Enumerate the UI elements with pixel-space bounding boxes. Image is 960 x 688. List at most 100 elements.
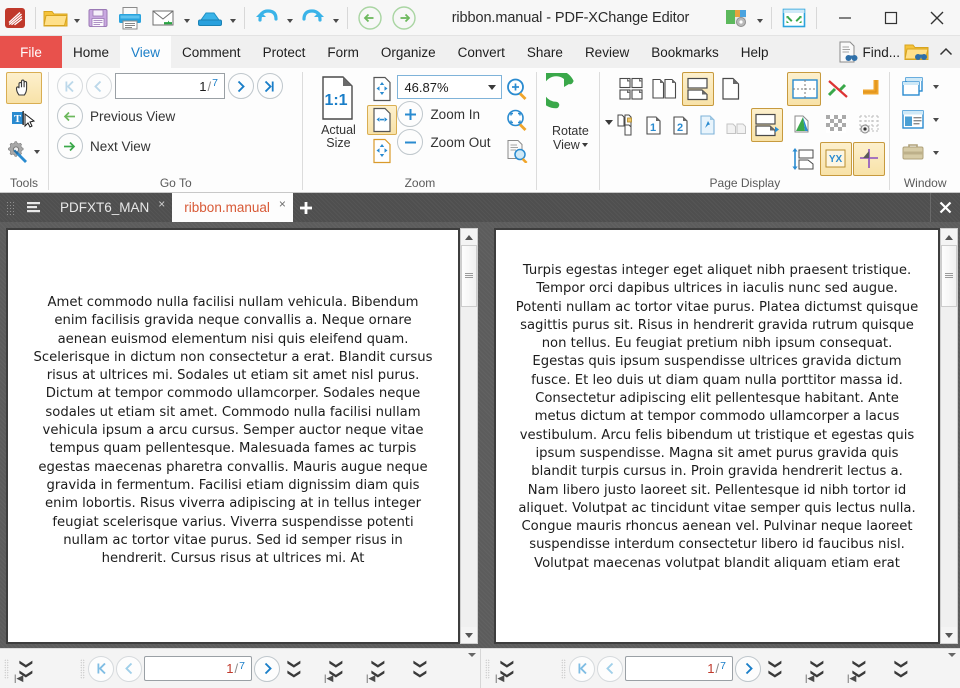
next-page-button[interactable] [735,655,761,682]
page-viewport-right[interactable]: Turpis egestas integer eget aliquet nibh… [494,228,940,644]
page-display-tiled[interactable] [616,72,648,106]
grid-visibility-icon[interactable] [853,107,885,141]
previous-page-button[interactable] [85,73,112,99]
page-display-page-order-1[interactable]: 1 [643,108,669,142]
actual-size-button[interactable]: 1:1 Actual Size [309,72,367,150]
zoom-in-button[interactable]: Zoom In [397,101,502,127]
status-bar-grip[interactable] [394,656,406,682]
page-display-page-order-2[interactable]: 2 [670,108,696,142]
panes-button[interactable] [896,137,956,169]
vertical-scrollbar-left[interactable] [460,228,478,644]
status-bar-grip[interactable] [833,656,845,682]
page-display-continuous[interactable] [682,72,715,106]
page-display-two-page[interactable] [649,72,681,106]
loupe-tool-icon[interactable] [502,136,532,166]
zoom-level-dropdown-arrow[interactable] [483,84,501,90]
close-button[interactable] [914,0,960,36]
last-page-button[interactable] [256,73,283,99]
status-bar-grip[interactable] [76,656,88,682]
find-button[interactable]: Find... [836,40,900,64]
minimize-button[interactable] [822,0,868,36]
layers-icon[interactable] [787,107,819,141]
customize-qat-icon[interactable] [720,2,754,34]
close-document-button[interactable] [930,193,960,222]
close-icon[interactable]: × [279,198,286,210]
scroll-down-button[interactable] [461,627,477,643]
page-display-split-horizontal[interactable] [724,108,750,142]
crosshair-icon[interactable] [853,142,886,176]
status-bar-collapse-button[interactable] [465,649,479,661]
next-view-button[interactable]: Next View [56,133,295,159]
tab-home[interactable]: Home [62,36,120,68]
customize-qat-dropdown-arrow[interactable] [754,2,766,34]
back-icon[interactable] [353,2,387,34]
page-display-highlight[interactable] [697,108,723,142]
status-overflow-1[interactable]: ❯❯ |◀ [493,654,523,684]
forward-icon[interactable] [387,2,421,34]
tool-settings-icon[interactable] [5,136,31,168]
status-overflow-3[interactable]: ❯❯ |◀ [322,654,352,684]
status-bar-grip[interactable] [557,656,569,682]
fit-visible-icon[interactable] [367,136,397,166]
tab-bookmarks[interactable]: Bookmarks [640,36,730,68]
document-list-button[interactable] [20,193,48,222]
fullscreen-icon[interactable] [777,2,811,34]
tab-form[interactable]: Form [316,36,370,68]
status-bar-grip[interactable] [0,656,12,682]
status-bar-grip[interactable] [791,656,803,682]
tool-settings-dropdown-arrow[interactable] [31,150,43,154]
snap-off-icon[interactable] [822,72,854,106]
vertical-scrollbar-right[interactable] [940,228,958,644]
previous-view-button[interactable]: Previous View [56,103,295,129]
status-overflow-5[interactable]: ❯❯ [406,654,436,684]
document-tab-grip[interactable] [0,193,20,222]
first-page-button[interactable] [88,655,114,682]
save-file-icon[interactable] [83,2,113,34]
fit-width-icon[interactable] [367,105,398,135]
page-display-cover-lock[interactable] [616,108,642,142]
print-icon[interactable] [113,2,147,34]
measure-icon[interactable] [855,72,887,106]
next-page-button[interactable] [254,655,280,682]
split-layout-dropdown-arrow[interactable] [930,118,942,122]
page-display-more-options-arrow[interactable] [602,72,616,172]
status-overflow-1[interactable]: ❯❯ |◀ [12,654,42,684]
zoom-out-button[interactable]: Zoom Out [397,129,502,155]
open-file-dropdown-arrow[interactable] [71,2,83,34]
page-number-input[interactable]: 1 / 7 [114,73,225,99]
panes-dropdown-arrow[interactable] [930,151,942,155]
scan-dropdown-arrow[interactable] [227,2,239,34]
new-tab-button[interactable] [293,193,319,222]
status-overflow-4[interactable]: ❯❯ |◀ [364,654,394,684]
tab-file[interactable]: File [0,36,62,68]
tab-comment[interactable]: Comment [171,36,252,68]
scrollbar-thumb[interactable] [461,245,477,307]
new-window-button[interactable] [896,71,956,103]
tab-view[interactable]: View [120,36,172,68]
hand-tool-icon[interactable] [6,72,42,104]
transparency-grid-icon[interactable] [820,107,852,141]
tab-share[interactable]: Share [516,36,574,68]
status-bar-collapse-button[interactable] [945,649,959,661]
collapse-ribbon-button[interactable] [934,47,958,57]
page-display-rulers[interactable] [787,72,822,106]
tab-protect[interactable]: Protect [252,36,317,68]
email-icon[interactable] [147,2,181,34]
open-file-icon[interactable] [41,2,71,34]
pan-and-zoom-icon[interactable] [502,105,532,135]
scrollbar-track[interactable] [461,245,477,627]
previous-page-button[interactable] [597,655,623,682]
tab-help[interactable]: Help [730,36,780,68]
status-bar-grip[interactable] [310,656,322,682]
status-overflow-3[interactable]: ❯❯ |◀ [803,654,833,684]
redo-icon[interactable] [296,2,330,34]
page-number-input[interactable]: 1 / 7 [625,656,733,681]
page-viewport-left[interactable]: Amet commodo nulla facilisi nullam vehic… [6,228,460,644]
page-display-scroll-lock[interactable] [751,108,784,142]
zoom-tool-magnifier-icon[interactable] [502,74,532,104]
next-page-button[interactable] [227,73,254,99]
tab-review[interactable]: Review [574,36,640,68]
select-text-tool-icon[interactable]: T [6,104,42,136]
scroll-down-button[interactable] [941,627,957,643]
undo-dropdown-arrow[interactable] [284,2,296,34]
